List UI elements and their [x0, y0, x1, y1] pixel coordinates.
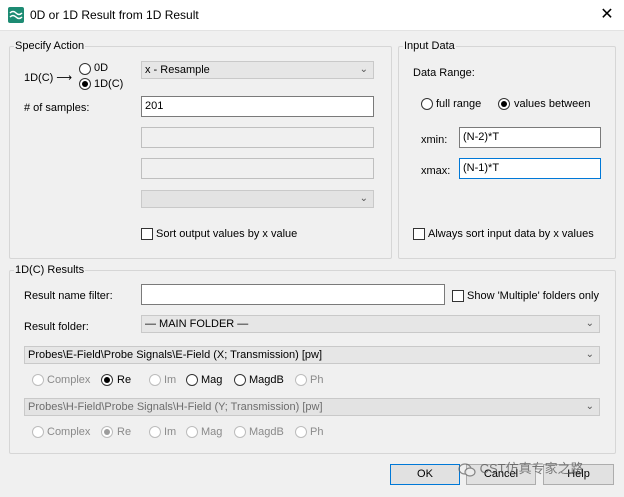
sort-output-checkbox[interactable] [141, 228, 153, 240]
radio-mag-2[interactable] [186, 426, 198, 438]
radio-magdb-1[interactable] [234, 374, 246, 386]
radio-ph-2[interactable] [295, 426, 307, 438]
mag-label-2: Mag [201, 426, 223, 438]
action-select[interactable]: x - Resample ⌄ [141, 61, 374, 79]
param-input-3[interactable] [141, 158, 374, 179]
chevron-down-icon: ⌄ [585, 318, 594, 329]
watermark-text: CST仿真专家之路 [479, 461, 584, 476]
sort-output-label: Sort output values by x value [156, 228, 298, 240]
radio-0d[interactable] [79, 63, 91, 75]
values-between-label: values between [514, 98, 591, 110]
xmin-label: xmin: [421, 134, 448, 146]
result-folder-select[interactable]: — MAIN FOLDER — ⌄ [141, 315, 600, 333]
radio-im-2[interactable] [149, 426, 161, 438]
mag-label-1: Mag [201, 374, 223, 386]
radio-1dc-label: 1D(C) [94, 78, 124, 90]
param-input-2[interactable] [141, 127, 374, 148]
ph-label-1: Ph [310, 374, 324, 386]
input-data-label: Input Data [403, 40, 456, 52]
probe-select-1-value: Probes\E-Field\Probe Signals\E-Field (X;… [28, 349, 323, 361]
probe-select-2[interactable]: Probes\H-Field\Probe Signals\H-Field (Y;… [24, 398, 600, 416]
folder-label: Result folder: [24, 321, 89, 333]
result-name-filter-input[interactable] [141, 284, 445, 305]
results-group-label: 1D(C) Results [14, 264, 86, 276]
magdb-label-1: MagdB [249, 374, 284, 386]
magdb-label-2: MagdB [249, 426, 284, 438]
radio-ph-1[interactable] [295, 374, 307, 386]
probe-select-1[interactable]: Probes\E-Field\Probe Signals\E-Field (X;… [24, 346, 600, 364]
watermark: CST仿真专家之路 [458, 458, 584, 477]
radio-im-1[interactable] [149, 374, 161, 386]
re-label-1: Re [117, 374, 132, 386]
param-select[interactable]: ⌄ [141, 190, 374, 208]
close-icon[interactable]: ✕ [597, 5, 617, 25]
wechat-icon [458, 462, 476, 477]
filter-label: Result name filter: [24, 290, 113, 302]
result-folder-value: — MAIN FOLDER — [145, 318, 249, 330]
xmax-input[interactable]: (N-1)*T [459, 158, 601, 179]
ph-label-2: Ph [310, 426, 324, 438]
radio-mag-1[interactable] [186, 374, 198, 386]
radio-full-range[interactable] [421, 98, 433, 110]
radio-complex-1[interactable] [32, 374, 44, 386]
re-label-2: Re [117, 426, 132, 438]
im-label-1: Im [164, 374, 177, 386]
radio-re-1[interactable] [101, 374, 113, 386]
xmin-input[interactable]: (N-2)*T [459, 127, 601, 148]
operation-label: 1D(C) ⟶ [24, 72, 73, 84]
show-multiple-label: Show 'Multiple' folders only [467, 290, 599, 302]
chevron-down-icon: ⌄ [359, 64, 368, 75]
radio-re-2[interactable] [101, 426, 113, 438]
show-multiple-checkbox[interactable] [452, 290, 464, 302]
chevron-down-icon: ⌄ [585, 401, 594, 412]
radio-magdb-2[interactable] [234, 426, 246, 438]
app-icon [8, 7, 24, 23]
probe-select-2-value: Probes\H-Field\Probe Signals\H-Field (Y;… [28, 401, 323, 413]
always-sort-label: Always sort input data by x values [428, 228, 594, 240]
radio-1dc[interactable] [79, 78, 91, 90]
always-sort-checkbox[interactable] [413, 228, 425, 240]
chevron-down-icon: ⌄ [585, 349, 594, 360]
radio-0d-label: 0D [94, 62, 109, 74]
specify-action-label: Specify Action [14, 40, 86, 52]
complex-label-2: Complex [47, 426, 91, 438]
radio-values-between[interactable] [498, 98, 510, 110]
window-title: 0D or 1D Result from 1D Result [30, 8, 199, 22]
xmax-label: xmax: [421, 165, 451, 177]
chevron-down-icon: ⌄ [359, 193, 368, 204]
samples-input[interactable]: 201 [141, 96, 374, 117]
complex-label-1: Complex [47, 374, 91, 386]
full-range-label: full range [436, 98, 482, 110]
action-select-value: x - Resample [145, 64, 210, 76]
radio-complex-2[interactable] [32, 426, 44, 438]
samples-label: # of samples: [24, 102, 90, 114]
data-range-label: Data Range: [413, 67, 475, 79]
ok-button[interactable]: OK [390, 464, 460, 485]
im-label-2: Im [164, 426, 177, 438]
